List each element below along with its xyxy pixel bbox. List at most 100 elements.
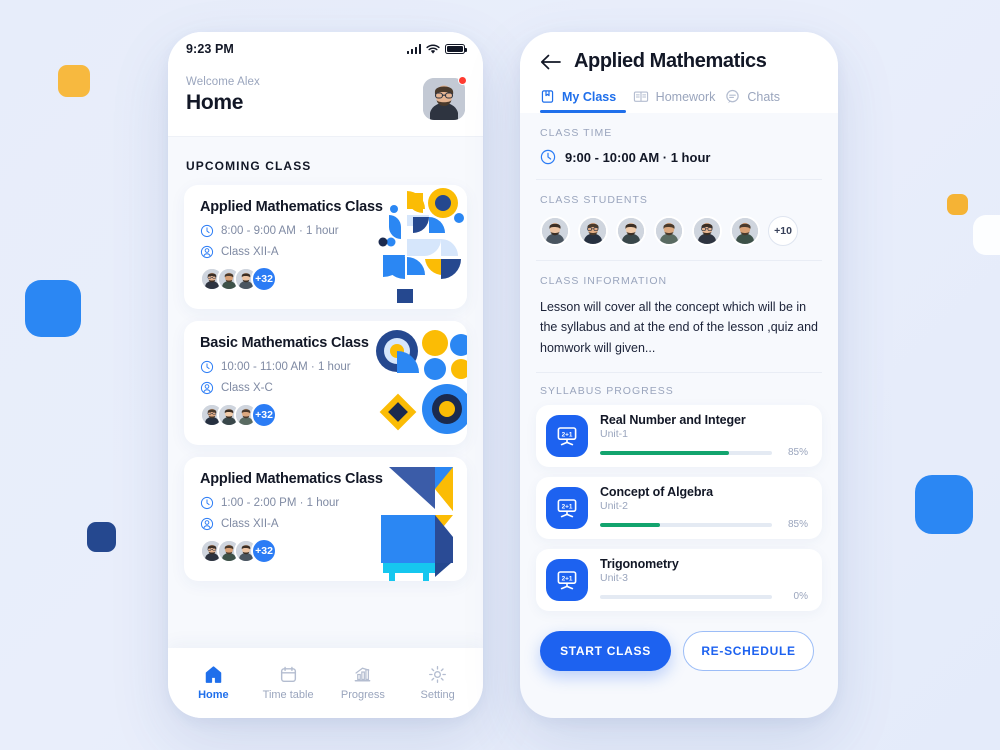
- tab-label: Chats: [747, 89, 780, 104]
- tab-homework[interactable]: Homework: [633, 89, 726, 113]
- class-card-time-row: 10:00 - 11:00 AM · 1 hour: [200, 360, 451, 374]
- syllabus-item[interactable]: 2+1 Concept of Algebra Unit-2 85%: [536, 476, 822, 539]
- tab-chats[interactable]: Chats: [725, 89, 818, 113]
- class-card-time-row: 1:00 - 2:00 PM · 1 hour: [200, 496, 451, 510]
- chart-icon: [355, 667, 371, 682]
- class-card-class-row: Class XII-A: [200, 245, 451, 259]
- person-circle-icon: [200, 245, 214, 259]
- syllabus-item-name: Real Number and Integer: [600, 413, 746, 428]
- whiteboard-2plus1-icon: 2+1: [546, 414, 588, 457]
- nav-item-home[interactable]: Home: [178, 665, 248, 701]
- detail-content: CLASS TIME 9:00 - 10:00 AM · 1 hour CLAS…: [520, 113, 838, 671]
- detail-title: Applied Mathematics: [574, 50, 767, 72]
- avatar-face-icon: [423, 78, 465, 120]
- syllabus-item[interactable]: 2+1 Trigonometry Unit-3 0%: [536, 548, 822, 611]
- clock-icon: [200, 496, 214, 510]
- signal-bars-icon: [406, 44, 421, 54]
- class-list: Applied Mathematics Class 8:00 - 9:00 AM…: [184, 185, 467, 581]
- phone-class-detail: Applied Mathematics My Class Homework Chat…: [520, 32, 838, 718]
- class-students-label: CLASS STUDENTS: [540, 194, 648, 206]
- progress-bar-track: [600, 594, 772, 599]
- avatar[interactable]: [423, 76, 467, 120]
- progress-bar-fill: [600, 450, 729, 455]
- class-card-class-row: Class XII-A: [200, 517, 451, 531]
- class-time-value: 9:00 - 10:00 AM · 1 hour: [565, 149, 711, 165]
- arrow-left-icon[interactable]: [540, 54, 562, 70]
- class-card[interactable]: Basic Mathematics Class 10:00 - 11:00 AM…: [184, 321, 467, 445]
- svg-text:2+1: 2+1: [562, 431, 573, 438]
- user-avatar[interactable]: [423, 78, 465, 120]
- open-book-icon: [633, 91, 648, 102]
- tab-label: Homework: [655, 89, 716, 104]
- svg-text:2+1: 2+1: [562, 575, 573, 582]
- extra-students-badge[interactable]: +32: [251, 402, 277, 428]
- person-circle-icon: [200, 517, 214, 531]
- class-information-section: CLASS INFORMATION Lesson will cover all …: [536, 261, 822, 373]
- chat-bubble-icon: [726, 89, 740, 104]
- reschedule-button[interactable]: RE-SCHEDULE: [683, 630, 814, 671]
- class-card-avatar-group[interactable]: +32: [200, 266, 451, 292]
- person-circle-icon: [200, 381, 214, 395]
- home-content: UPCOMING CLASS Applied Mathematics Class: [168, 137, 483, 660]
- extra-students-badge[interactable]: +32: [251, 538, 277, 564]
- syllabus-item-name: Concept of Algebra: [600, 485, 714, 500]
- status-time: 9:23 PM: [186, 42, 234, 56]
- nav-item-setting[interactable]: Setting: [403, 665, 473, 701]
- extra-students-badge[interactable]: +32: [251, 266, 277, 292]
- student-avatar[interactable]: [578, 216, 608, 246]
- detail-header: Applied Mathematics My Class Homework Chat…: [520, 32, 838, 113]
- nav-item-label: Progress: [340, 689, 385, 701]
- progress-percent-label: 85%: [787, 519, 808, 531]
- student-avatar[interactable]: [616, 216, 646, 246]
- welcome-text: Welcome Alex: [186, 76, 260, 88]
- avatar-face-icon: [694, 218, 720, 244]
- extra-students-badge[interactable]: +10: [768, 216, 798, 246]
- class-card-avatar-group[interactable]: +32: [200, 538, 451, 564]
- tab-bar: My Class Homework Chats: [540, 89, 818, 113]
- section-title-upcoming: UPCOMING CLASS: [186, 159, 312, 173]
- syllabus-progress-row: 0%: [600, 591, 808, 602]
- start-class-button[interactable]: START CLASS: [540, 630, 671, 671]
- syllabus-item[interactable]: 2+1 Real Number and Integer Unit-1 85%: [536, 404, 822, 467]
- nav-item-label: Time table: [262, 689, 314, 701]
- class-students-section: CLASS STUDENTS +10: [536, 180, 822, 261]
- class-card-class-name: Class XII-A: [221, 518, 279, 530]
- syllabus-label: SYLLABUS PROGRESS: [540, 384, 674, 397]
- tab-my-class[interactable]: My Class: [540, 89, 633, 113]
- class-information-text: Lesson will cover all the concept which …: [540, 300, 818, 355]
- class-card-title: Applied Mathematics Class: [200, 471, 383, 487]
- nav-item-progress[interactable]: Progress: [328, 665, 398, 701]
- phone-home-screen: 9:23 PM Welcome Alex Home UPCOMING CLASS…: [168, 32, 483, 718]
- student-avatar[interactable]: [692, 216, 722, 246]
- syllabus-item-unit: Unit-1: [600, 428, 629, 441]
- whiteboard-2plus1-icon: 2+1: [546, 558, 588, 601]
- svg-text:2+1: 2+1: [562, 503, 573, 510]
- blue-square-left: [25, 280, 81, 337]
- class-card-avatar-group[interactable]: +32: [200, 402, 451, 428]
- home-header: Welcome Alex Home: [168, 66, 483, 137]
- class-time-section: CLASS TIME 9:00 - 10:00 AM · 1 hour: [536, 113, 822, 180]
- progress-bar-fill: [600, 522, 661, 527]
- avatar-face-icon: [580, 218, 606, 244]
- student-avatar[interactable]: [654, 216, 684, 246]
- notification-dot: [458, 76, 467, 85]
- class-card[interactable]: Applied Mathematics Class 8:00 - 9:00 AM…: [184, 185, 467, 309]
- avatar-face-icon: [618, 218, 644, 244]
- clock-icon: [540, 149, 556, 165]
- status-bar: 9:23 PM: [168, 32, 483, 66]
- class-time-label: CLASS TIME: [540, 127, 613, 139]
- navy-square-left-low: [87, 522, 116, 552]
- student-avatar[interactable]: [730, 216, 760, 246]
- nav-item-time-table[interactable]: Time table: [253, 665, 323, 701]
- class-card[interactable]: Applied Mathematics Class 1:00 - 2:00 PM…: [184, 457, 467, 581]
- white-square-right: [973, 215, 1000, 255]
- syllabus-item-unit: Unit-3: [600, 572, 629, 585]
- tab-label: My Class: [562, 89, 617, 104]
- avatar-face-icon: [542, 218, 568, 244]
- book-bookmark-icon: [541, 90, 554, 103]
- student-avatar[interactable]: [540, 216, 570, 246]
- whiteboard-2plus1-icon: 2+1: [546, 486, 588, 529]
- blue-square-right: [915, 475, 973, 534]
- clock-icon: [200, 224, 214, 238]
- class-card-class-name: Class XII-A: [221, 246, 279, 258]
